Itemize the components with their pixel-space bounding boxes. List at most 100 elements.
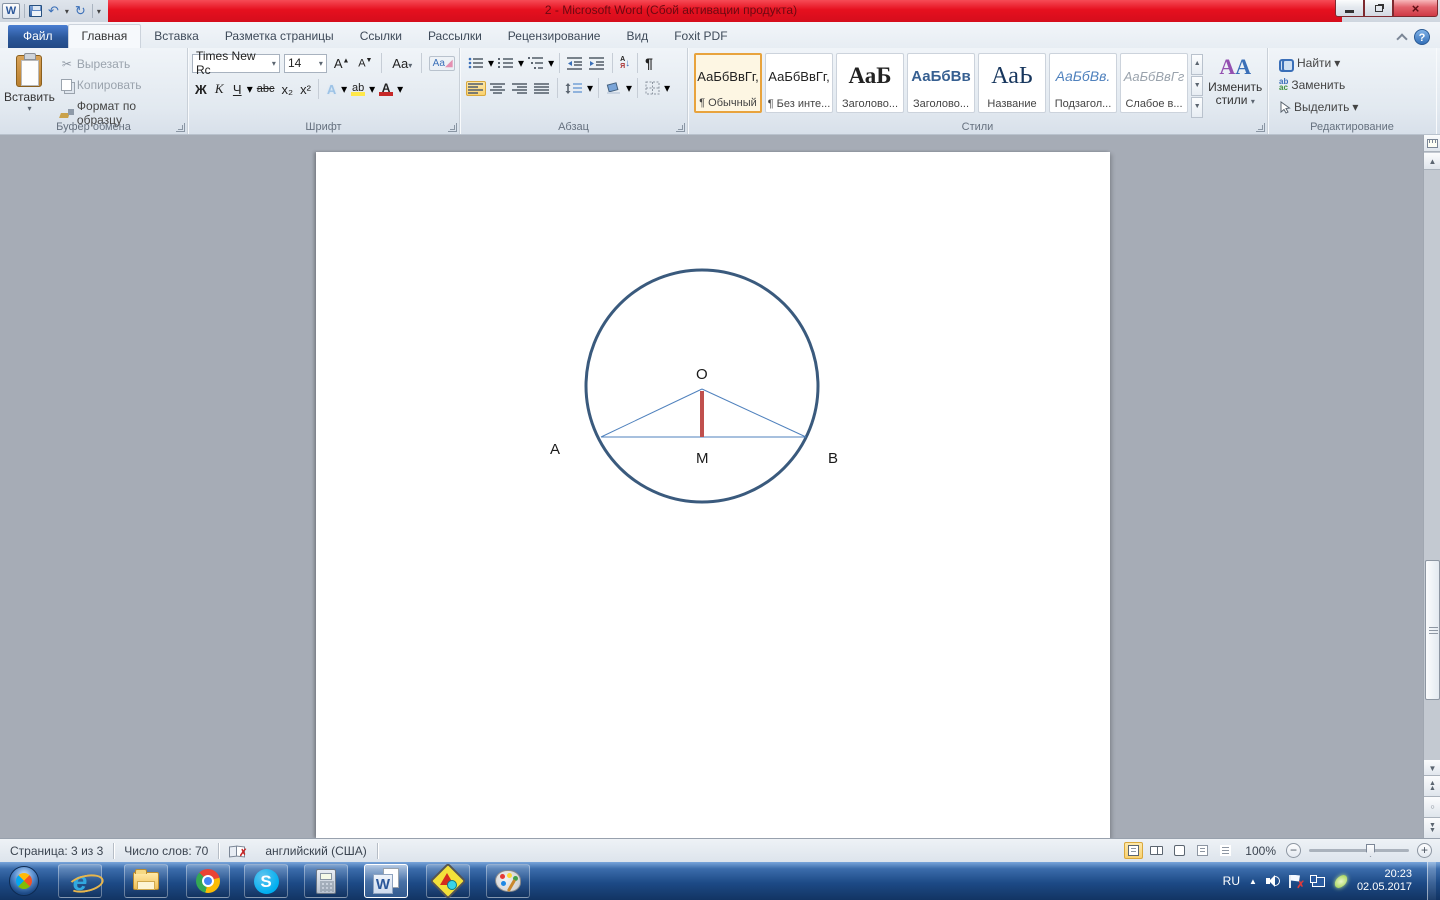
taskbar-geometry-app-button[interactable] (426, 862, 470, 900)
page-indicator[interactable]: Страница: 3 из 3 (0, 844, 113, 858)
underline-button[interactable]: Ч (229, 81, 246, 98)
font-dialog-launcher-icon[interactable] (448, 123, 457, 132)
zoom-percent[interactable]: 100% (1239, 844, 1282, 858)
word-count[interactable]: Число слов: 70 (114, 844, 218, 858)
taskbar-internet-explorer-button[interactable]: e (58, 864, 102, 898)
tab-review[interactable]: Рецензирование (495, 25, 614, 48)
select-button[interactable]: Выделить ▾ (1276, 98, 1434, 116)
leaf-tray-icon[interactable] (1332, 873, 1350, 889)
align-center-button[interactable] (488, 81, 508, 96)
taskbar-explorer-button[interactable] (124, 864, 168, 898)
replace-button[interactable]: ab ac Заменить (1276, 76, 1434, 94)
tab-references[interactable]: Ссылки (347, 25, 415, 48)
print-layout-view-button[interactable] (1124, 842, 1144, 859)
next-page-button[interactable]: ▼ ▼ (1424, 817, 1440, 838)
action-center-flag-icon[interactable]: ✗ (1288, 874, 1305, 891)
paste-button[interactable]: Вставить ▾ (2, 51, 57, 118)
network-icon[interactable] (1309, 874, 1325, 888)
show-desktop-button[interactable] (1427, 862, 1436, 900)
style-subtle-emphasis[interactable]: АаБбВвГг Слабое в... (1120, 53, 1188, 113)
change-case-button[interactable]: Аа▾ (389, 55, 413, 72)
find-dropdown-icon[interactable]: ▾ (1334, 56, 1340, 70)
strikethrough-button[interactable]: abc (254, 82, 278, 96)
tray-expand-icon[interactable]: ▲ (1249, 877, 1257, 886)
tab-home[interactable]: Главная (67, 24, 142, 48)
font-color-button[interactable]: А (376, 82, 396, 97)
sort-button[interactable]: АЯ ↓ (618, 55, 632, 71)
clipboard-dialog-launcher-icon[interactable] (176, 123, 185, 132)
document-page[interactable]: O A M B (316, 152, 1110, 838)
change-styles-button[interactable]: АА Изменить стили ▾ (1205, 51, 1265, 118)
justify-button[interactable] (532, 81, 552, 96)
font-color-dropdown-icon[interactable]: ▾ (397, 82, 403, 96)
styles-dialog-launcher-icon[interactable] (1256, 123, 1265, 132)
previous-page-button[interactable]: ▲ ▲ (1424, 775, 1440, 796)
font-size-dropdown-icon[interactable]: ▾ (315, 59, 323, 68)
styles-scroll-up-icon[interactable]: ▲ (1191, 54, 1204, 75)
proofing-status[interactable]: ✗ (219, 845, 255, 859)
style-subtitle[interactable]: АаБбВв. Подзагол... (1049, 53, 1117, 113)
italic-button[interactable]: К (211, 80, 228, 98)
word-app-icon[interactable]: W (2, 3, 20, 19)
zoom-in-icon[interactable]: + (1417, 843, 1432, 858)
style-no-spacing[interactable]: АаБбВвГг, ¶ Без инте... (765, 53, 833, 113)
text-effects-button[interactable]: А (323, 81, 340, 98)
volume-icon[interactable] (1265, 875, 1280, 887)
geometry-figure[interactable]: O A M B (316, 152, 1110, 838)
language-switcher[interactable]: RU (1223, 874, 1240, 888)
subscript-button[interactable]: x₂ (279, 81, 297, 98)
ruler-toggle-button[interactable] (1424, 135, 1440, 152)
highlight-button[interactable]: ab (348, 82, 368, 97)
start-button[interactable] (4, 863, 44, 899)
highlight-dropdown-icon[interactable]: ▾ (369, 82, 375, 96)
underline-dropdown-icon[interactable]: ▾ (247, 82, 253, 96)
paste-dropdown-icon[interactable]: ▾ (27, 104, 31, 113)
superscript-button[interactable]: x² (297, 81, 314, 98)
close-button[interactable]: × (1393, 0, 1438, 17)
style-title[interactable]: АаЬ Название (978, 53, 1046, 113)
copy-button[interactable]: Копировать (57, 76, 185, 94)
taskbar-chrome-button[interactable] (186, 864, 230, 898)
zoom-slider-thumb[interactable] (1366, 844, 1375, 857)
zoom-slider[interactable] (1309, 844, 1409, 857)
multilevel-list-button[interactable] (526, 55, 546, 71)
tab-mailings[interactable]: Рассылки (415, 25, 495, 48)
style-heading2[interactable]: АаБбВв Заголово... (907, 53, 975, 113)
cut-button[interactable]: ✂ Вырезать (57, 55, 185, 73)
draft-view-button[interactable] (1216, 842, 1235, 859)
select-browse-object-button[interactable]: ○ (1424, 796, 1440, 817)
line-spacing-dropdown-icon[interactable]: ▾ (587, 81, 593, 95)
paragraph-dialog-launcher-icon[interactable] (676, 123, 685, 132)
clear-formatting-button[interactable]: Аа◢ (428, 55, 456, 71)
font-family-dropdown-icon[interactable]: ▾ (268, 59, 276, 68)
taskbar-word-button[interactable]: W (364, 864, 408, 898)
align-left-button[interactable] (466, 80, 486, 96)
text-effects-dropdown-icon[interactable]: ▾ (341, 82, 347, 96)
decrease-indent-button[interactable] (565, 55, 585, 71)
style-heading1[interactable]: АаБ Заголово... (836, 53, 904, 113)
language-indicator[interactable]: английский (США) (255, 844, 376, 858)
styles-scroll-down-icon[interactable]: ▼ (1191, 75, 1204, 97)
multilevel-dropdown-icon[interactable]: ▾ (548, 56, 554, 70)
borders-dropdown-icon[interactable]: ▾ (664, 81, 670, 95)
grow-font-button[interactable]: А▲ (331, 55, 351, 72)
scroll-up-icon[interactable]: ▲ (1424, 153, 1440, 170)
tab-file[interactable]: Файл (8, 25, 68, 48)
style-normal[interactable]: АаБбВвГг, ¶ Обычный (694, 53, 762, 113)
minimize-button[interactable] (1335, 0, 1364, 17)
shading-button[interactable] (604, 80, 624, 96)
tab-page-layout[interactable]: Разметка страницы (212, 25, 347, 48)
increase-indent-button[interactable] (587, 55, 607, 71)
clock[interactable]: 20:23 02.05.2017 (1357, 868, 1418, 894)
qat-customize-icon[interactable]: ▾ (97, 7, 101, 16)
bullets-dropdown-icon[interactable]: ▾ (488, 56, 494, 70)
numbering-button[interactable] (496, 55, 516, 71)
undo-icon[interactable]: ↶ (46, 3, 61, 19)
zoom-out-icon[interactable]: − (1286, 843, 1301, 858)
scrollbar-thumb[interactable] (1425, 560, 1440, 700)
redo-icon[interactable]: ↻ (73, 3, 88, 19)
reading-view-button[interactable] (1147, 842, 1166, 859)
help-icon[interactable]: ? (1414, 29, 1430, 45)
web-layout-view-button[interactable] (1170, 842, 1189, 859)
bold-button[interactable]: Ж (192, 81, 210, 98)
